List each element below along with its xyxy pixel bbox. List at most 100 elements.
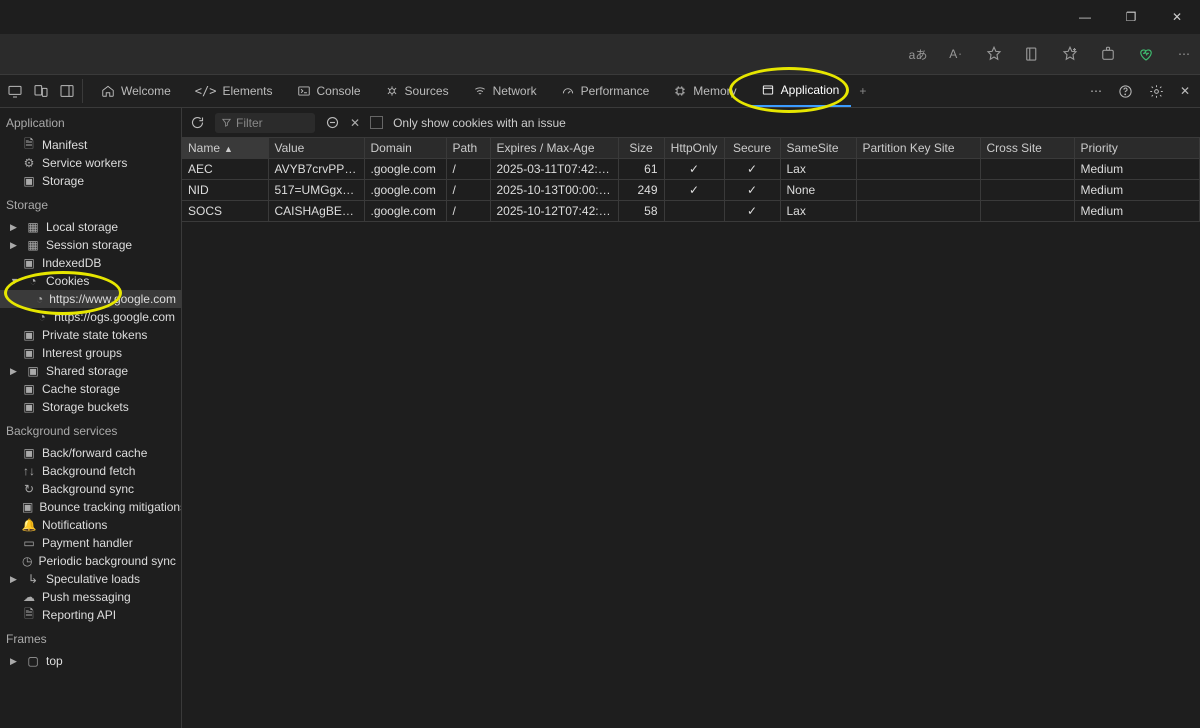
sidebar-item-cookies[interactable]: ▼◔Cookies (0, 272, 181, 290)
favstar-icon[interactable] (1060, 45, 1080, 63)
sidebar-item-periodic[interactable]: ◷Periodic background sync (0, 552, 181, 570)
clock-icon: ◷ (22, 554, 32, 568)
sidebar-item-reporting[interactable]: 🗎Reporting API (0, 606, 181, 624)
col-header-partition-key-site[interactable]: Partition Key Site (856, 138, 980, 159)
tab-application[interactable]: Application (749, 75, 852, 107)
sidebar-item-top-frame[interactable]: ▶▢top (0, 652, 181, 670)
database-icon: ▣ (22, 328, 36, 342)
cookie-icon: ◔ (36, 292, 43, 306)
window-titlebar: — ❐ ✕ (0, 0, 1200, 34)
sidebar-item-bfcache[interactable]: ▣Back/forward cache (0, 444, 181, 462)
sidebar-item-shared-storage[interactable]: ▶▣Shared storage (0, 362, 181, 380)
database-icon: ▣ (22, 256, 36, 270)
clear-all-icon[interactable] (325, 115, 340, 130)
database-icon: ▣ (22, 400, 36, 414)
card-icon: ▭ (22, 536, 36, 550)
tab-console[interactable]: Console (285, 75, 373, 107)
only-issues-checkbox[interactable] (370, 116, 383, 129)
sidebar-item-notifications[interactable]: 🔔Notifications (0, 516, 181, 534)
health-icon[interactable] (1136, 45, 1156, 63)
tab-performance[interactable]: Performance (549, 75, 662, 107)
textsize-icon[interactable]: A۰ (946, 47, 966, 61)
sidebar-item-bgfetch[interactable]: ↑↓Background fetch (0, 462, 181, 480)
window-minimize-button[interactable]: — (1062, 0, 1108, 34)
updown-icon: ↑↓ (22, 464, 36, 478)
refresh-icon[interactable] (190, 115, 205, 130)
col-header-priority[interactable]: Priority (1074, 138, 1200, 159)
sidebar-item-interest-groups[interactable]: ▣Interest groups (0, 344, 181, 362)
col-header-value[interactable]: Value (268, 138, 364, 159)
collections-icon[interactable] (1022, 45, 1042, 63)
sidebar-item-push[interactable]: ☁Push messaging (0, 588, 181, 606)
sidebar-item-bounce[interactable]: ▣Bounce tracking mitigations (0, 498, 181, 516)
sidebar-item-session-storage[interactable]: ▶▦Session storage (0, 236, 181, 254)
device-toggle-icon[interactable] (32, 82, 50, 100)
cookies-toolbar: Filter ✕ Only show cookies with an issue (182, 108, 1200, 138)
database-icon: ▣ (22, 446, 36, 460)
devtools-settings-icon[interactable] (1149, 84, 1164, 99)
sidebar-item-storage-buckets[interactable]: ▣Storage buckets (0, 398, 181, 416)
col-header-samesite[interactable]: SameSite (780, 138, 856, 159)
cookie-icon: ◔ (26, 274, 40, 288)
database-icon: ▣ (26, 364, 40, 378)
col-header-path[interactable]: Path (446, 138, 490, 159)
gear-icon: ⚙ (22, 156, 36, 170)
sync-icon: ↻ (22, 482, 36, 496)
col-header-httponly[interactable]: HttpOnly (664, 138, 724, 159)
application-sidebar: Application 🗎Manifest ⚙Service workers ▣… (0, 108, 182, 728)
app-icon (761, 83, 775, 97)
delete-icon[interactable]: ✕ (350, 116, 360, 130)
sidebar-item-bgsync[interactable]: ↻Background sync (0, 480, 181, 498)
sidebar-item-indexeddb[interactable]: ▣IndexedDB (0, 254, 181, 272)
devtools-help-icon[interactable] (1118, 84, 1133, 99)
cookies-filter-input[interactable]: Filter (215, 113, 315, 133)
cookie-icon: ◔ (36, 310, 48, 324)
tab-welcome[interactable]: Welcome (89, 75, 183, 107)
database-icon: ▣ (22, 346, 36, 360)
sidebar-item-cookie-origin-0[interactable]: ◔https://www.google.com (0, 290, 181, 308)
sidebar-item-service-workers[interactable]: ⚙Service workers (0, 154, 181, 172)
tab-elements[interactable]: </>Elements (183, 75, 285, 107)
bell-icon: 🔔 (22, 518, 36, 532)
sidebar-item-manifest[interactable]: 🗎Manifest (0, 136, 181, 154)
sidebar-section-application: Application (0, 108, 181, 136)
table-row[interactable]: NID517=UMGgxtm….google.com/2025-10-13T00… (182, 180, 1200, 201)
window-close-button[interactable]: ✕ (1154, 0, 1200, 34)
grid-icon: ▦ (26, 220, 40, 234)
document-icon: 🗎 (22, 135, 36, 156)
col-header-expires-max-age[interactable]: Expires / Max-Age (490, 138, 618, 159)
favorite-icon[interactable] (984, 45, 1004, 63)
col-header-secure[interactable]: Secure (724, 138, 780, 159)
col-header-domain[interactable]: Domain (364, 138, 446, 159)
col-header-size[interactable]: Size (618, 138, 664, 159)
devtools-close-icon[interactable]: ✕ (1180, 84, 1190, 98)
devtools-tabstrip: Welcome</>ElementsConsoleSourcesNetworkP… (0, 74, 1200, 108)
more-icon[interactable]: ⋯ (1174, 47, 1194, 61)
table-row[interactable]: AECAVYB7crvPPogr….google.com/2025-03-11T… (182, 159, 1200, 180)
extensions-icon[interactable] (1098, 45, 1118, 63)
window-maximize-button[interactable]: ❐ (1108, 0, 1154, 34)
sidebar-section-frames: Frames (0, 624, 181, 652)
tab-memory[interactable]: Memory (661, 75, 748, 107)
col-header-cross-site[interactable]: Cross Site (980, 138, 1074, 159)
tab-overflow-button[interactable]: + (851, 75, 874, 107)
database-icon: ▣ (22, 174, 36, 188)
readaloud-icon[interactable]: aあ (908, 46, 928, 63)
tab-sources[interactable]: Sources (373, 75, 461, 107)
frame-icon: ▢ (26, 654, 40, 668)
sidebar-item-payment[interactable]: ▭Payment handler (0, 534, 181, 552)
tab-network[interactable]: Network (461, 75, 549, 107)
devtools-more-icon[interactable]: ⋯ (1090, 84, 1102, 98)
table-row[interactable]: SOCSCAISHAgBEhJn….google.com/2025-10-12T… (182, 201, 1200, 222)
sidebar-item-cookie-origin-1[interactable]: ◔https://ogs.google.com (0, 308, 181, 326)
dock-side-icon[interactable] (58, 82, 76, 100)
inspect-icon[interactable] (6, 82, 24, 100)
sidebar-item-private-state-tokens[interactable]: ▣Private state tokens (0, 326, 181, 344)
sidebar-item-cache-storage[interactable]: ▣Cache storage (0, 380, 181, 398)
cookies-panel: Filter ✕ Only show cookies with an issue… (182, 108, 1200, 728)
col-header-name[interactable]: Name▲ (182, 138, 268, 159)
sidebar-item-local-storage[interactable]: ▶▦Local storage (0, 218, 181, 236)
sidebar-item-speculative[interactable]: ▶↳Speculative loads (0, 570, 181, 588)
sidebar-item-storage[interactable]: ▣Storage (0, 172, 181, 190)
sidebar-section-bg: Background services (0, 416, 181, 444)
